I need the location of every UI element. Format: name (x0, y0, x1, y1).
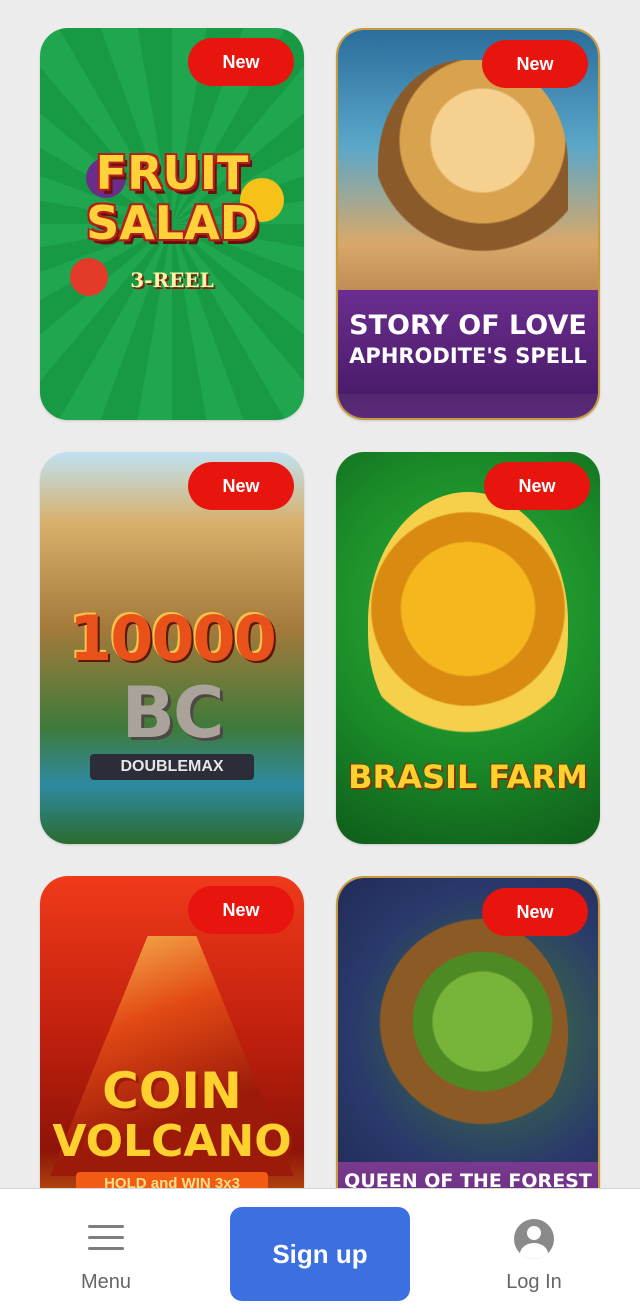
menu-button[interactable]: Menu (46, 1215, 166, 1295)
aphrodite-figure (378, 60, 568, 290)
game-title: BRASIL FARM (348, 758, 588, 796)
new-badge: New (484, 462, 590, 510)
game-card-fruit-salad[interactable]: New FRUIT SALAD 3-REEL (40, 28, 304, 420)
game-card-brasil-farm[interactable]: New BRASIL FARM (336, 452, 600, 844)
aztec-mask (368, 492, 568, 752)
new-badge: New (482, 888, 588, 936)
game-title: QUEEN OF THE FOREST (344, 1170, 592, 1188)
game-title-line2: VOLCANO (52, 1116, 292, 1167)
menu-label: Menu (80, 1271, 132, 1293)
log-in-button[interactable]: Log In (474, 1215, 594, 1295)
bottom-navigation-bar: Menu Sign up Log In (0, 1188, 640, 1316)
game-title: FRUIT SALAD (86, 146, 258, 250)
game-subtitle: 3-REEL (130, 268, 214, 292)
new-badge: New (188, 38, 294, 86)
log-in-label: Log In (506, 1271, 562, 1293)
game-title: COIN (102, 1062, 242, 1120)
new-badge: New (188, 462, 294, 510)
game-card-10000-bc[interactable]: New 10000 BC DOUBLEMAX (40, 452, 304, 844)
game-card-coin-volcano[interactable]: New COIN VOLCANO HOLD and WIN 3x3 (40, 876, 304, 1188)
sign-up-button[interactable]: Sign up (230, 1207, 410, 1301)
game-card-story-of-love[interactable]: New STORY OF LOVE APHRODITE'S SPELL (336, 28, 600, 420)
games-grid: New FRUIT SALAD 3-REEL New STORY OF LOVE… (0, 0, 640, 1188)
game-title: STORY OF LOVE (349, 310, 587, 341)
game-title: 10000 (69, 602, 277, 675)
game-subtitle: HOLD and WIN 3x3 (76, 1172, 268, 1188)
game-subtitle: DOUBLEMAX (90, 754, 254, 780)
hamburger-menu-icon (88, 1225, 124, 1251)
user-avatar-icon (514, 1219, 554, 1259)
forest-queen-figure (378, 918, 568, 1148)
game-title-line2: BC (121, 672, 225, 754)
game-subtitle: APHRODITE'S SPELL (349, 344, 587, 368)
game-card-queen-of-the-forest[interactable]: New QUEEN OF THE FOREST (336, 876, 600, 1188)
new-badge: New (188, 886, 294, 934)
title-banner (338, 290, 598, 394)
new-badge: New (482, 40, 588, 88)
